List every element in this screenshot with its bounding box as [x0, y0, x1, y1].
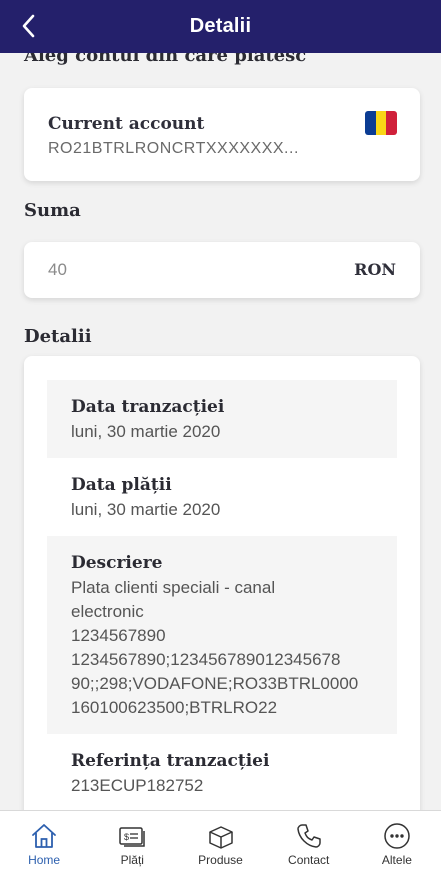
account-name: Current account	[48, 114, 205, 134]
detail-label: Descriere	[71, 553, 163, 573]
detail-label: Data plății	[71, 475, 172, 495]
description-line: 90;;298;VODAFONE;RO33BTRL0000	[71, 674, 359, 693]
bottom-navigation: Home $ Plăți Produse Contact Altele	[0, 810, 441, 884]
description-line: Plata clienti speciali - canal	[71, 578, 276, 597]
svg-text:$: $	[124, 832, 129, 842]
description-line: electronic	[71, 602, 144, 621]
description-line: 1234567890;123456789012345678	[71, 650, 341, 669]
app-header: Detalii	[0, 0, 441, 53]
nav-label: Contact	[288, 853, 330, 867]
nav-label: Altele	[381, 853, 412, 867]
home-icon	[32, 824, 56, 848]
bill-icon: $	[119, 827, 146, 847]
more-icon	[384, 823, 410, 849]
detail-row-transaction-date: Data tranzacției luni, 30 martie 2020	[47, 380, 397, 458]
nav-label: Produse	[198, 853, 243, 867]
detail-row-reference: Referința tranzacției 213ECUP182752	[47, 734, 397, 810]
detail-value: luni, 30 martie 2020	[71, 422, 221, 441]
nav-item-contact[interactable]: Contact	[265, 811, 353, 884]
nav-item-more[interactable]: Altele	[353, 811, 441, 884]
nav-item-products[interactable]: Produse	[176, 811, 264, 884]
chevron-left-icon[interactable]	[21, 14, 37, 38]
detail-label: Data tranzacției	[71, 397, 225, 417]
phone-icon	[296, 824, 321, 848]
box-icon	[208, 826, 233, 849]
detail-value: luni, 30 martie 2020	[71, 500, 221, 519]
main-content[interactable]: Aleg contul din care platesc Current acc…	[0, 53, 441, 810]
payer-section-label: Aleg contul din care platesc	[24, 53, 307, 66]
details-section-label: Detalii	[24, 326, 92, 347]
account-iban: RO21BTRLRONCRTXXXXXXX...	[48, 140, 299, 157]
detail-value: 213ECUP182752	[71, 776, 204, 795]
detail-row-payment-date: Data plății luni, 30 martie 2020	[47, 458, 397, 536]
details-card: Data tranzacției luni, 30 martie 2020 Da…	[24, 356, 420, 810]
nav-item-home[interactable]: Home	[0, 811, 88, 884]
amount-field[interactable]: 40 RON	[24, 242, 420, 298]
account-card[interactable]: Current account RO21BTRLRONCRTXXXXXXX...	[24, 88, 420, 181]
currency-label: RON	[354, 260, 396, 279]
description-line: 1234567890	[71, 626, 166, 645]
amount-value[interactable]: 40	[48, 260, 67, 280]
detail-row-description: Descriere Plata clienti speciali - canal…	[47, 536, 397, 734]
amount-section-label: Suma	[24, 200, 81, 221]
nav-item-payments[interactable]: $ Plăți	[88, 811, 176, 884]
detail-value-description: Plata clienti speciali - canal electroni…	[71, 576, 391, 720]
page-title: Detalii	[189, 15, 252, 37]
description-line: 160100623500;BTRLRO22	[71, 698, 278, 717]
back-button[interactable]	[14, 11, 44, 41]
nav-label: Plăți	[120, 853, 144, 867]
detail-label: Referința tranzacției	[71, 751, 270, 771]
nav-label: Home	[28, 853, 61, 867]
romania-flag-icon	[365, 111, 397, 135]
